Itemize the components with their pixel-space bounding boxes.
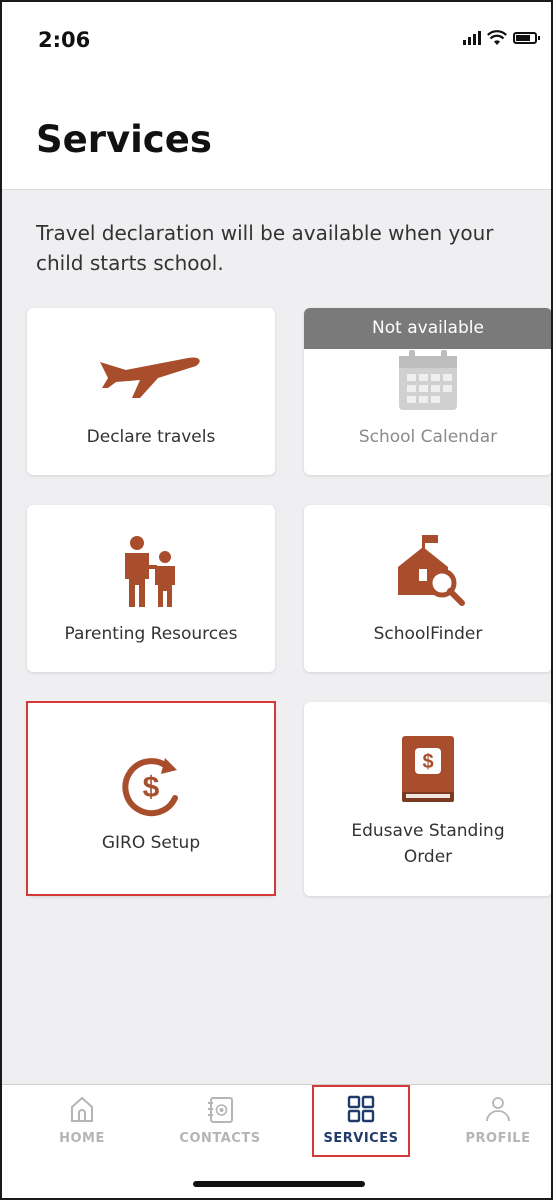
app-screen: 2:06 Services Travel declaration will be… [0,0,553,1200]
tile-edusave-standing-order[interactable]: $ Edusave Standing Order [304,702,551,896]
travel-notice: Travel declaration will be available whe… [36,221,494,275]
parent-child-icon [125,536,175,607]
home-icon [71,1096,93,1122]
tile-school-calendar: Not available School Calendar [304,308,551,475]
status-icons [463,30,540,46]
tile-declare-travels[interactable]: Declare travels [27,308,275,475]
tile-label: SchoolFinder [373,624,483,644]
tab-services[interactable]: SERVICES [313,1085,409,1157]
tab-label: SERVICES [323,1131,399,1146]
school-search-icon [398,535,465,606]
tile-label: GIRO Setup [101,833,201,853]
tile-label-line2: Order [403,847,453,867]
signal-icon [463,31,481,45]
wifi-icon [487,30,507,45]
tile-giro-setup[interactable]: $ GIRO Setup [27,702,275,896]
airplane-icon [100,357,200,398]
tile-schoolfinder[interactable]: SchoolFinder [304,505,551,672]
tile-parenting-resources[interactable]: Parenting Resources [27,505,275,672]
tab-label: PROFILE [465,1131,531,1146]
page-header: Services [2,92,551,190]
tab-home[interactable]: HOME [34,1085,130,1157]
page-title: Services [36,118,212,161]
tab-contacts[interactable]: CONTACTS [172,1085,268,1157]
status-time: 2:06 [38,28,91,52]
tile-label: Declare travels [86,427,216,447]
contacts-icon [208,1097,233,1123]
dollar-book-icon: $ [402,736,454,802]
tile-label: School Calendar [358,427,498,447]
not-available-banner: Not available [304,308,551,349]
home-indicator [193,1181,365,1187]
tab-profile[interactable]: PROFILE [450,1085,546,1157]
battery-icon [513,32,540,44]
calendar-icon [399,350,457,410]
grid-icon [347,1095,375,1123]
dollar-cycle-icon: $ [122,758,178,817]
status-bar: 2:06 [2,2,551,92]
tile-label: Parenting Resources [64,624,238,644]
svg-text:$: $ [422,751,433,773]
svg-text:$: $ [143,771,160,804]
tile-label-line1: Edusave Standing [351,821,505,841]
profile-icon [486,1097,510,1122]
tab-label: HOME [59,1131,105,1146]
tab-label: CONTACTS [179,1131,261,1146]
